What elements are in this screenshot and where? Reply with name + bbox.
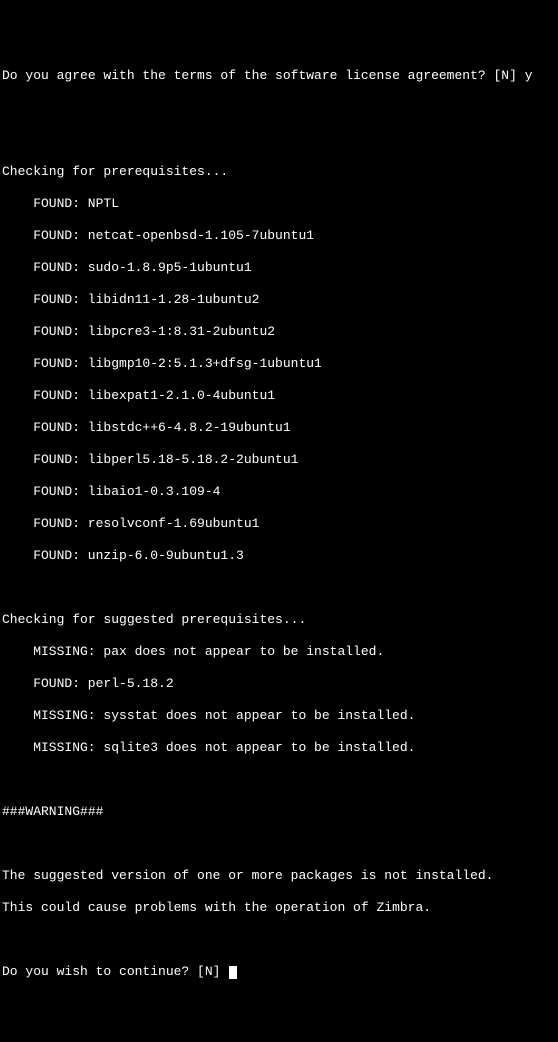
checking-suggested: Checking for suggested prerequisites...: [2, 612, 556, 628]
prereq-found-item: FOUND: libstdc++6-4.8.2-19ubuntu1: [33, 420, 556, 436]
prereq-found-item: FOUND: libgmp10-2:5.1.3+dfsg-1ubuntu1: [33, 356, 556, 372]
prereq-found-item: FOUND: libaio1-0.3.109-4: [33, 484, 556, 500]
blank-line: [2, 132, 556, 148]
prereq-found-item: FOUND: sudo-1.8.9p5-1ubuntu1: [33, 260, 556, 276]
prereq-found-item: FOUND: NPTL: [33, 196, 556, 212]
suggested-result-item: FOUND: perl-5.18.2: [33, 676, 556, 692]
checking-prereq: Checking for prerequisites...: [2, 164, 556, 180]
warning-text: The suggested version of one or more pac…: [2, 868, 556, 884]
blank-line: [2, 100, 556, 116]
suggested-result-item: MISSING: pax does not appear to be insta…: [33, 644, 556, 660]
continue-prompt: Do you wish to continue? [N]: [2, 964, 228, 979]
prereq-found-item: FOUND: netcat-openbsd-1.105-7ubuntu1: [33, 228, 556, 244]
blank-line: [2, 932, 556, 948]
prereq-found-item: FOUND: libperl5.18-5.18.2-2ubuntu1: [33, 452, 556, 468]
suggested-result-item: MISSING: sqlite3 does not appear to be i…: [33, 740, 556, 756]
prereq-found-item: FOUND: unzip-6.0-9ubuntu1.3: [33, 548, 556, 564]
agree-answer: y: [525, 68, 533, 83]
continue-prompt-line[interactable]: Do you wish to continue? [N]: [2, 964, 556, 980]
blank-line: [2, 772, 556, 788]
warning-text: This could cause problems with the opera…: [2, 900, 556, 916]
blank-line: [2, 580, 556, 596]
suggested-result-item: MISSING: sysstat does not appear to be i…: [33, 708, 556, 724]
cursor-icon: [229, 966, 237, 979]
prereq-found-item: FOUND: libpcre3-1:8.31-2ubuntu2: [33, 324, 556, 340]
prereq-found-item: FOUND: resolvconf-1.69ubuntu1: [33, 516, 556, 532]
agree-prompt: Do you agree with the terms of the softw…: [2, 68, 525, 83]
agree-prompt-line: Do you agree with the terms of the softw…: [2, 68, 556, 84]
warning-hash: ###WARNING###: [2, 804, 556, 820]
prereq-found-item: FOUND: libexpat1-2.1.0-4ubuntu1: [33, 388, 556, 404]
blank-line: [2, 836, 556, 852]
prereq-found-item: FOUND: libidn11-1.28-1ubuntu2: [33, 292, 556, 308]
